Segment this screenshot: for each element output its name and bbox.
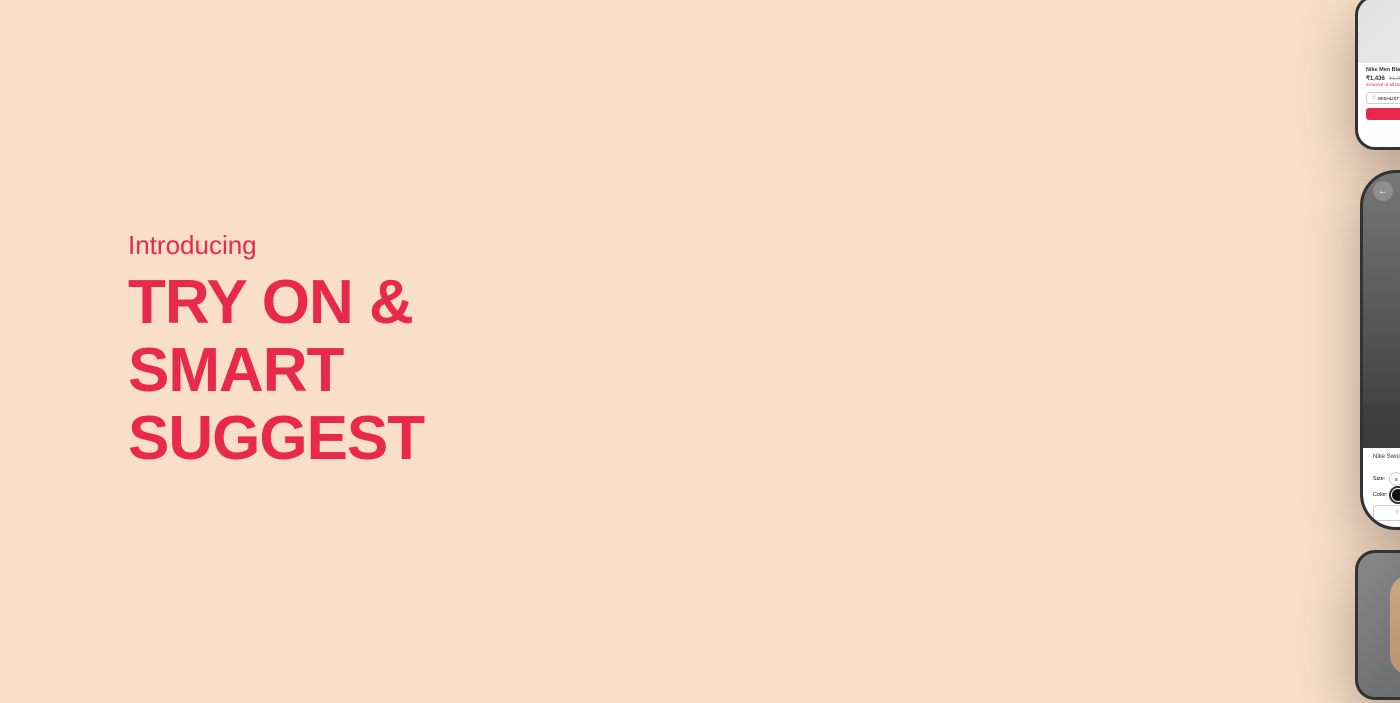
phone2-screen: ✓ ← Nike Swoosh t-shirt cotton dry-fit ₹… <box>1363 173 1400 527</box>
phone-tryon-main: ✓ ← Nike Swoosh t-shirt cotton dry-fit ₹… <box>1360 170 1400 530</box>
title-line2: SMART SUGGEST <box>128 336 424 473</box>
color-label: Color: <box>1373 492 1388 498</box>
back-button[interactable]: ← <box>1373 181 1393 201</box>
color-black[interactable] <box>1392 489 1400 501</box>
phone-product-listing: 👕 Nike Men Black & Silver AS NSW Brand M… <box>1355 0 1400 150</box>
title-line1: TRY ON & <box>128 268 413 337</box>
phone2-product-panel: Nike Swoosh t-shirt cotton dry-fit ₹1244… <box>1363 448 1400 527</box>
phone1-product-name: Nike Men Black & Silver AS NSW Brand MRK… <box>1366 67 1400 73</box>
phone2-topbar: ← <box>1363 181 1400 201</box>
phones-showcase: 👕 Nike Men Black & Silver AS NSW Brand M… <box>660 0 1400 703</box>
wrist-view: 12:22 <box>1390 575 1400 675</box>
phone2-color-row: Color: <box>1373 489 1400 501</box>
phone1-taxes: inclusive of all taxes <box>1366 82 1400 87</box>
phone3-screen: 12:22 <box>1358 553 1400 697</box>
introducing-label: Introducing <box>128 230 650 261</box>
main-title: TRY ON & SMART SUGGEST <box>128 269 650 474</box>
phone2-btn-row: ♡ WISHLIST 🛍️ ADD TO BAG <box>1373 505 1400 521</box>
phone1-product-image: 👕 <box>1358 0 1400 63</box>
size-s[interactable]: S <box>1389 472 1400 486</box>
phone1-price: ₹1,436 <box>1366 75 1385 82</box>
phone1-screen: 👕 Nike Men Black & Silver AS NSW Brand M… <box>1358 0 1400 147</box>
phone2-size-row: Size: S M L XL <box>1373 472 1400 486</box>
size-label: Size: <box>1373 476 1385 482</box>
phone2-wishlist-button[interactable]: ♡ WISHLIST <box>1373 505 1400 521</box>
phone2-try-on-view: ✓ ← <box>1363 173 1400 403</box>
phone1-actions: ♡ WISHLIST ▶ AR TRY ON <box>1366 92 1400 104</box>
phone1-wishlist-button[interactable]: ♡ WISHLIST <box>1366 92 1400 104</box>
phone2-product-info: Nike Swoosh t-shirt cotton dry-fit ₹1244… <box>1373 454 1400 468</box>
phone2-product-name: Nike Swoosh t-shirt cotton dry-fit <box>1373 454 1400 460</box>
phone-watch-tryon: 12:22 <box>1355 550 1400 700</box>
phone1-add-button[interactable]: 🛍️ ADD TO BAG <box>1366 108 1400 120</box>
hero-text-section: Introducing TRY ON & SMART SUGGEST <box>0 0 650 703</box>
